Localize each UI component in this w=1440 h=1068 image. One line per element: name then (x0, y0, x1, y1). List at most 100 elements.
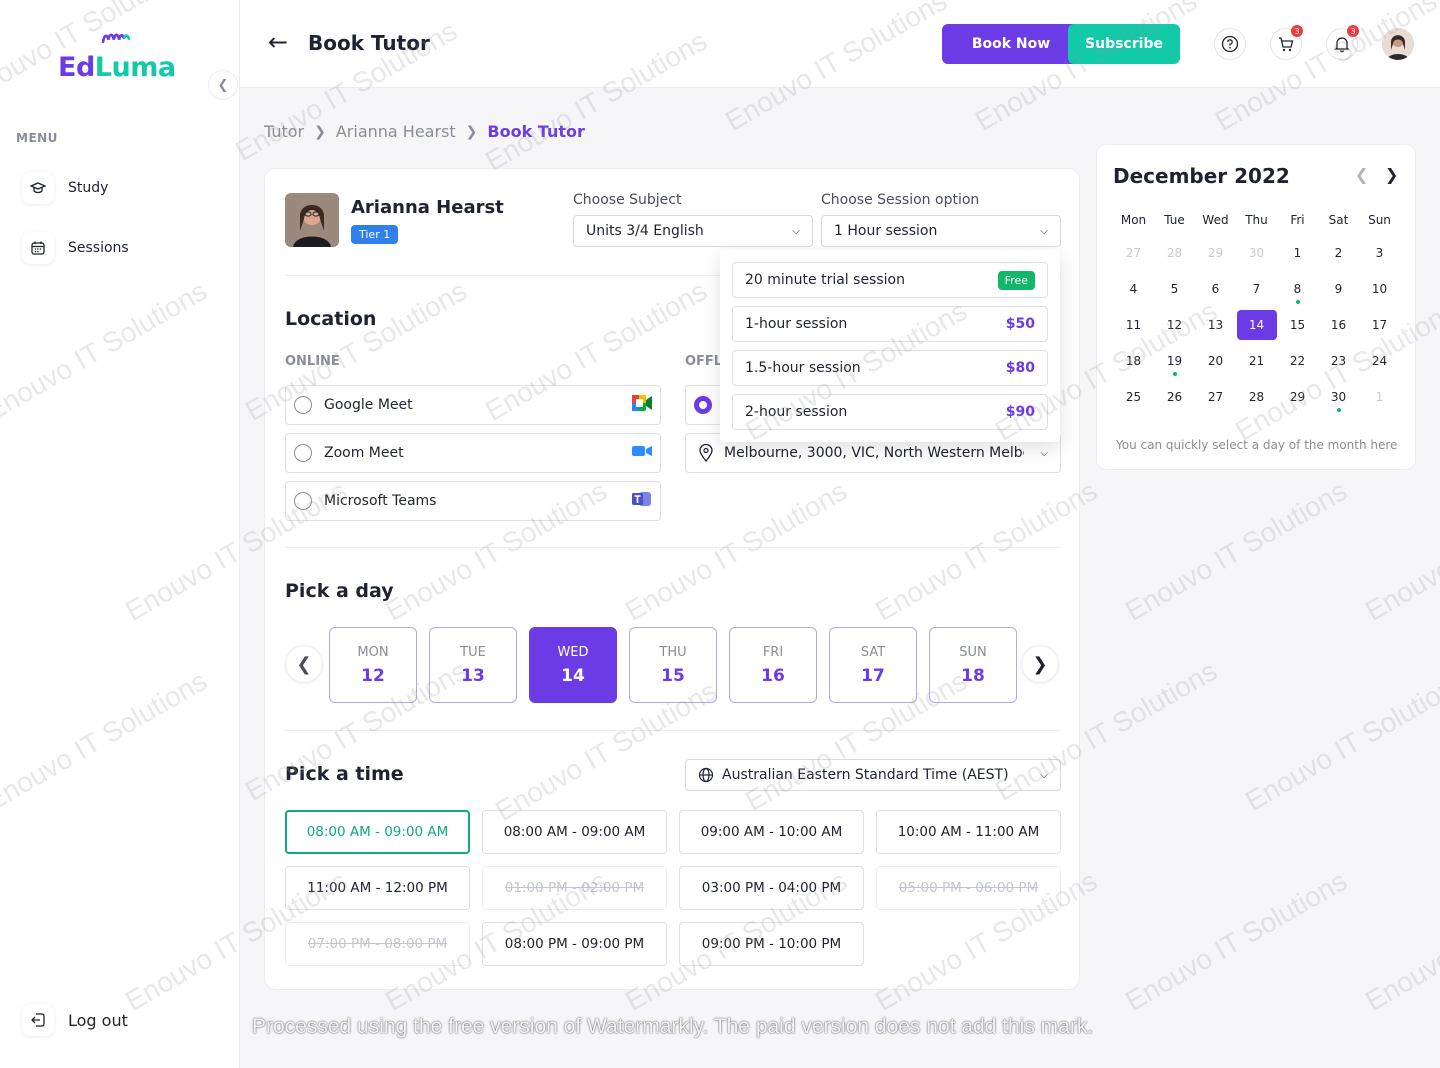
day-card-mon[interactable]: MON 12 (329, 627, 417, 703)
book-now-button[interactable]: Book Now (942, 24, 1080, 64)
day-card-sun[interactable]: SUN 18 (929, 627, 1017, 703)
calendar-day[interactable]: 7 (1236, 271, 1277, 307)
day-prev-button[interactable]: ❮ (285, 645, 323, 683)
radio-button[interactable] (294, 444, 312, 462)
time-slot[interactable]: 08:00 PM - 09:00 PM (482, 922, 667, 966)
calendar-day[interactable]: 12 (1154, 307, 1195, 343)
back-arrow-icon[interactable]: ← (268, 30, 288, 54)
calendar-day[interactable]: 15 (1277, 307, 1318, 343)
notifications-button[interactable]: 3 (1326, 25, 1359, 60)
calendar-day[interactable]: 2 (1318, 235, 1359, 271)
cart-button[interactable]: 3 (1270, 25, 1303, 60)
help-button[interactable] (1214, 28, 1246, 60)
calendar-day[interactable]: 30 (1236, 235, 1277, 271)
calendar-day[interactable]: 5 (1154, 271, 1195, 307)
radio-button-selected[interactable] (694, 396, 712, 414)
time-slot[interactable]: 09:00 AM - 10:00 AM (679, 810, 864, 854)
session-option-2h[interactable]: 2-hour session $90 (732, 394, 1048, 430)
time-slot[interactable]: 11:00 AM - 12:00 PM (285, 866, 470, 910)
location-option-zoom[interactable]: Zoom Meet (285, 433, 661, 473)
calendar-day[interactable]: 10 (1359, 271, 1400, 307)
calendar-prev-icon[interactable]: ❮ (1355, 165, 1368, 184)
calendar-hint: You can quickly select a day of the mont… (1116, 438, 1398, 452)
calendar-day[interactable]: 1 (1277, 235, 1318, 271)
user-avatar[interactable] (1382, 28, 1414, 60)
day-card-thu[interactable]: THU 15 (629, 627, 717, 703)
calendar-day-number: 18 (1125, 354, 1142, 368)
calendar-day-number: 21 (1248, 354, 1265, 368)
radio-button[interactable] (294, 396, 312, 414)
time-slot[interactable]: 09:00 PM - 10:00 PM (679, 922, 864, 966)
calendar-day[interactable]: 28 (1236, 379, 1277, 415)
sidebar-item-study[interactable]: Study (22, 172, 108, 204)
calendar-day[interactable]: 6 (1195, 271, 1236, 307)
session-option-1-5h[interactable]: 1.5-hour session $80 (732, 350, 1048, 386)
calendar-day[interactable]: 29 (1195, 235, 1236, 271)
session-option-trial[interactable]: 20 minute trial session Free (732, 262, 1048, 298)
location-option-google-meet[interactable]: Google Meet (285, 385, 661, 425)
breadcrumb-tutor[interactable]: Tutor (264, 122, 304, 141)
radio-button[interactable] (294, 492, 312, 510)
time-slot-selected[interactable]: 08:00 AM - 09:00 AM (285, 810, 470, 854)
calendar-day[interactable]: 30 (1318, 379, 1359, 415)
sidebar-item-sessions[interactable]: Sessions (22, 232, 129, 264)
day-date: 15 (661, 665, 685, 686)
logout-button[interactable]: Log out (22, 1004, 128, 1036)
calendar-day[interactable]: 11 (1113, 307, 1154, 343)
calendar-day[interactable]: 19 (1154, 343, 1195, 379)
cart-icon (1279, 37, 1294, 52)
calendar-day[interactable]: 1 (1359, 379, 1400, 415)
calendar-day[interactable]: 28 (1154, 235, 1195, 271)
subject-select[interactable]: Units 3/4 English ⌵ (573, 215, 813, 247)
session-option-1h[interactable]: 1-hour session $50 (732, 306, 1048, 342)
calendar-day-selected[interactable]: 14 (1236, 307, 1277, 343)
logo-luma: Luma (94, 52, 176, 83)
chevron-left-icon: ❮ (217, 77, 229, 93)
day-card-wed-selected[interactable]: WED 14 (529, 627, 617, 703)
chevron-down-icon: ⌵ (1040, 769, 1048, 781)
subscribe-button[interactable]: Subscribe (1068, 24, 1180, 64)
calendar-day[interactable]: 23 (1318, 343, 1359, 379)
chevron-right-icon: ❯ (314, 123, 326, 140)
timezone-select[interactable]: Australian Eastern Standard Time (AEST) … (685, 759, 1061, 791)
calendar-day[interactable]: 18 (1113, 343, 1154, 379)
day-card-fri[interactable]: FRI 16 (729, 627, 817, 703)
calendar-next-icon[interactable]: ❯ (1385, 165, 1398, 184)
tier-badge: Tier 1 (351, 225, 399, 244)
time-slot[interactable]: 03:00 PM - 04:00 PM (679, 866, 864, 910)
calendar-day[interactable]: 16 (1318, 307, 1359, 343)
session-option-price: $90 (1005, 404, 1035, 420)
day-card-sat[interactable]: SAT 17 (829, 627, 917, 703)
day-next-button[interactable]: ❯ (1021, 645, 1059, 683)
calendar-day[interactable]: 27 (1195, 379, 1236, 415)
calendar-day[interactable]: 4 (1113, 271, 1154, 307)
time-slot[interactable]: 08:00 AM - 09:00 AM (482, 810, 667, 854)
calendar-day[interactable]: 25 (1113, 379, 1154, 415)
breadcrumb-tutor-name[interactable]: Arianna Hearst (336, 122, 456, 141)
edluma-logo[interactable]: EdLuma (58, 52, 176, 83)
calendar-day[interactable]: 9 (1318, 271, 1359, 307)
calendar-day[interactable]: 27 (1113, 235, 1154, 271)
calendar-day[interactable]: 20 (1195, 343, 1236, 379)
calendar-day[interactable]: 21 (1236, 343, 1277, 379)
time-slot[interactable]: 10:00 AM - 11:00 AM (876, 810, 1061, 854)
calendar-day-number: 27 (1207, 390, 1224, 404)
calendar-day[interactable]: 17 (1359, 307, 1400, 343)
graduation-cap-icon (22, 172, 54, 204)
calendar-day[interactable]: 13 (1195, 307, 1236, 343)
calendar-day-number: 10 (1371, 282, 1388, 296)
microsoft-teams-icon (632, 490, 652, 512)
calendar-day[interactable]: 22 (1277, 343, 1318, 379)
location-option-teams[interactable]: Microsoft Teams (285, 481, 661, 521)
session-select[interactable]: 1 Hour session ⌵ (821, 215, 1061, 247)
calendar-day[interactable]: 8 (1277, 271, 1318, 307)
calendar-day[interactable]: 3 (1359, 235, 1400, 271)
day-card-tue[interactable]: TUE 13 (429, 627, 517, 703)
day-name: FRI (762, 644, 784, 660)
breadcrumb: Tutor ❯ Arianna Hearst ❯ Book Tutor (264, 122, 585, 141)
session-option-label: 20 minute trial session (745, 272, 905, 288)
collapse-sidebar-button[interactable]: ❮ (208, 70, 238, 100)
calendar-day[interactable]: 29 (1277, 379, 1318, 415)
calendar-day[interactable]: 26 (1154, 379, 1195, 415)
calendar-day[interactable]: 24 (1359, 343, 1400, 379)
